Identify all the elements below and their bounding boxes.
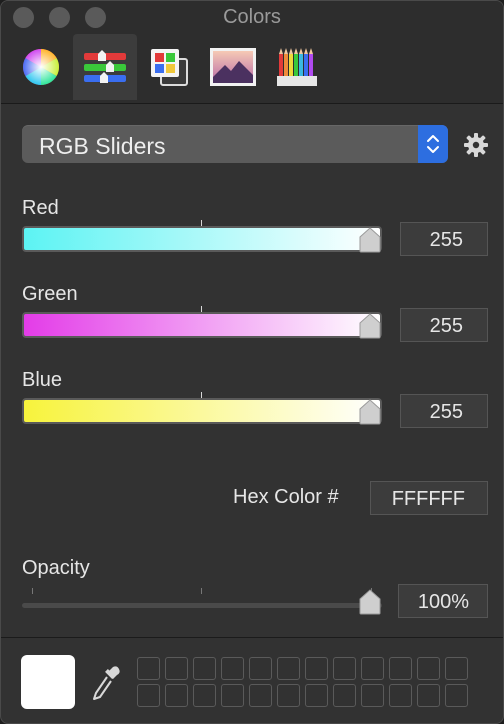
favorite-swatch-slot[interactable]	[165, 684, 188, 707]
favorite-swatch-slot[interactable]	[333, 684, 356, 707]
green-label: Green	[22, 283, 78, 305]
favorite-swatch-slot[interactable]	[361, 657, 384, 680]
favorite-swatch-slot[interactable]	[417, 657, 440, 680]
favorite-swatch-slot[interactable]	[221, 684, 244, 707]
image-palette-icon	[210, 48, 256, 86]
color-model-selected: RGB Sliders	[39, 133, 166, 159]
pencils-icon	[277, 48, 317, 86]
favorite-swatch-slot[interactable]	[165, 657, 188, 680]
current-color-swatch[interactable]	[21, 655, 75, 709]
green-slider-track[interactable]	[22, 312, 382, 338]
favorite-swatch-slot[interactable]	[249, 657, 272, 680]
favorite-swatch-slot[interactable]	[137, 657, 160, 680]
opacity-tick-50	[201, 588, 202, 594]
favorite-swatch-slot[interactable]	[417, 684, 440, 707]
gear-icon[interactable]	[463, 132, 489, 158]
favorite-swatch-slot[interactable]	[333, 657, 356, 680]
favorite-swatch-slot[interactable]	[221, 657, 244, 680]
chevron-updown-icon	[427, 135, 439, 153]
tab-pencils[interactable]	[265, 34, 329, 100]
eyedropper-icon[interactable]	[91, 663, 123, 703]
colors-window: Colors RGB Sliders Red 255 Green 255 Blu…	[0, 0, 504, 724]
red-slider-track[interactable]	[22, 226, 382, 252]
red-value-field[interactable]: 255	[400, 222, 488, 256]
tab-image-palettes[interactable]	[201, 34, 265, 100]
green-value-field[interactable]: 255	[400, 308, 488, 342]
blue-label: Blue	[22, 369, 63, 391]
window-title: Colors	[223, 6, 281, 28]
toolbar: Colors	[1, 1, 503, 104]
opacity-label: Opacity	[22, 557, 90, 579]
tab-color-sliders[interactable]	[73, 34, 137, 100]
favorite-swatch-slot[interactable]	[305, 657, 328, 680]
color-wheel-icon	[22, 48, 60, 86]
red-slider-thumb[interactable]	[359, 227, 381, 253]
opacity-tick-0	[32, 588, 33, 594]
blue-slider-track[interactable]	[22, 398, 382, 424]
popup-stepper[interactable]	[418, 125, 448, 163]
favorite-swatch-slot[interactable]	[277, 684, 300, 707]
favorite-swatch-slot[interactable]	[389, 657, 412, 680]
red-label: Red	[22, 197, 59, 219]
tab-color-palettes[interactable]	[137, 34, 201, 100]
favorite-swatch-slot[interactable]	[389, 684, 412, 707]
favorite-swatch-slot[interactable]	[305, 684, 328, 707]
opacity-value-field[interactable]: 100%	[398, 584, 488, 618]
favorite-swatch-slot[interactable]	[445, 684, 468, 707]
green-slider-thumb[interactable]	[359, 313, 381, 339]
palettes-icon	[151, 49, 188, 86]
favorite-swatch-slot[interactable]	[361, 684, 384, 707]
color-model-popup[interactable]: RGB Sliders	[22, 125, 448, 163]
blue-value-field[interactable]: 255	[400, 394, 488, 428]
sliders-icon	[84, 50, 126, 83]
opacity-slider-track[interactable]	[22, 603, 382, 608]
favorite-swatch-slot[interactable]	[137, 684, 160, 707]
favorite-swatch-slot[interactable]	[249, 684, 272, 707]
bottom-separator	[1, 637, 503, 638]
blue-slider-thumb[interactable]	[359, 399, 381, 425]
favorite-swatch-slot[interactable]	[193, 684, 216, 707]
hex-color-label: Hex Color #	[233, 486, 339, 508]
favorite-swatch-slot[interactable]	[193, 657, 216, 680]
favorite-swatch-slot[interactable]	[277, 657, 300, 680]
hex-color-field[interactable]: FFFFFF	[370, 481, 488, 515]
opacity-slider-thumb[interactable]	[359, 589, 381, 615]
tab-color-wheel[interactable]	[9, 34, 73, 100]
favorite-swatch-slot[interactable]	[445, 657, 468, 680]
